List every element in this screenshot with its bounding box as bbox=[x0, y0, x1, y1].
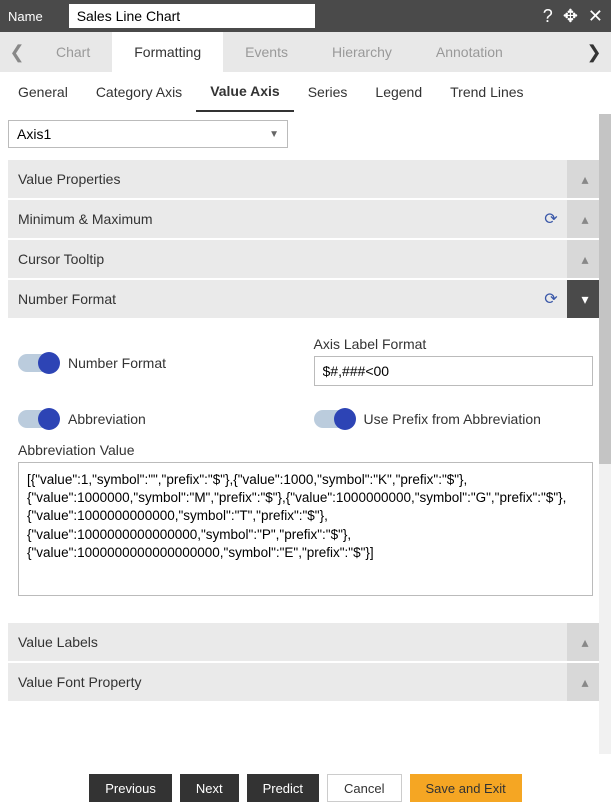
subtab-series[interactable]: Series bbox=[294, 72, 362, 112]
number-format-toggle[interactable] bbox=[18, 354, 58, 372]
use-prefix-toggle[interactable] bbox=[314, 410, 354, 428]
refresh-icon[interactable]: ⟳ bbox=[535, 200, 567, 238]
tabs: ❮ Chart Formatting Events Hierarchy Anno… bbox=[0, 32, 611, 72]
tab-events[interactable]: Events bbox=[223, 32, 310, 72]
help-icon[interactable]: ? bbox=[543, 6, 553, 27]
collapse-icon[interactable]: ▴ bbox=[567, 200, 603, 238]
subtab-legend[interactable]: Legend bbox=[361, 72, 436, 112]
panel-value-labels[interactable]: Value Labels ▴ bbox=[8, 621, 603, 661]
panel-cursor-tooltip[interactable]: Cursor Tooltip ▴ bbox=[8, 238, 603, 278]
collapse-icon[interactable]: ▴ bbox=[567, 240, 603, 278]
scrollbar-thumb[interactable] bbox=[599, 114, 611, 464]
panel-value-font[interactable]: Value Font Property ▴ bbox=[8, 661, 603, 701]
subtab-general[interactable]: General bbox=[4, 72, 82, 112]
tabs-next-icon[interactable]: ❯ bbox=[577, 32, 611, 72]
collapse-icon[interactable]: ▴ bbox=[567, 623, 603, 661]
tab-formatting[interactable]: Formatting bbox=[112, 32, 223, 72]
abbreviation-toggle[interactable] bbox=[18, 410, 58, 428]
axis-dropdown-value: Axis1 bbox=[17, 126, 51, 142]
footer: Previous Next Predict Cancel Save and Ex… bbox=[0, 764, 611, 812]
tab-chart[interactable]: Chart bbox=[34, 32, 112, 72]
tab-annotation[interactable]: Annotation bbox=[414, 32, 525, 72]
panel-value-properties[interactable]: Value Properties ▴ bbox=[8, 158, 603, 198]
dialog-header: Name ? ✥ ✕ bbox=[0, 0, 611, 32]
close-icon[interactable]: ✕ bbox=[588, 6, 603, 27]
abbreviation-value-textarea[interactable] bbox=[18, 462, 593, 596]
abbreviation-value-label: Abbreviation Value bbox=[18, 442, 593, 458]
subtab-trend-lines[interactable]: Trend Lines bbox=[436, 72, 537, 112]
axis-label-format-input[interactable] bbox=[314, 356, 594, 386]
content-area: Axis1 ▼ Value Properties ▴ Minimum & Max… bbox=[0, 112, 611, 764]
chevron-down-icon: ▼ bbox=[269, 129, 279, 140]
panel-min-max[interactable]: Minimum & Maximum ⟳ ▴ bbox=[8, 198, 603, 238]
move-icon[interactable]: ✥ bbox=[563, 6, 578, 27]
tabs-prev-icon[interactable]: ❮ bbox=[0, 32, 34, 72]
subtab-value-axis[interactable]: Value Axis bbox=[196, 72, 294, 112]
tab-hierarchy[interactable]: Hierarchy bbox=[310, 32, 414, 72]
axis-label-format-label: Axis Label Format bbox=[314, 336, 594, 352]
collapse-icon[interactable]: ▴ bbox=[567, 663, 603, 701]
name-label: Name bbox=[8, 9, 43, 24]
subtab-category-axis[interactable]: Category Axis bbox=[82, 72, 196, 112]
subtabs: General Category Axis Value Axis Series … bbox=[0, 72, 611, 112]
panel-number-format-body: Number Format Axis Label Format Abbrevia… bbox=[8, 318, 603, 621]
refresh-icon[interactable]: ⟳ bbox=[535, 280, 567, 318]
axis-dropdown[interactable]: Axis1 ▼ bbox=[8, 120, 288, 148]
scrollbar[interactable] bbox=[599, 114, 611, 754]
name-input[interactable] bbox=[69, 4, 315, 28]
collapse-icon[interactable]: ▴ bbox=[567, 160, 603, 198]
expand-icon[interactable]: ▾ bbox=[567, 280, 603, 318]
panel-number-format[interactable]: Number Format ⟳ ▾ bbox=[8, 278, 603, 318]
